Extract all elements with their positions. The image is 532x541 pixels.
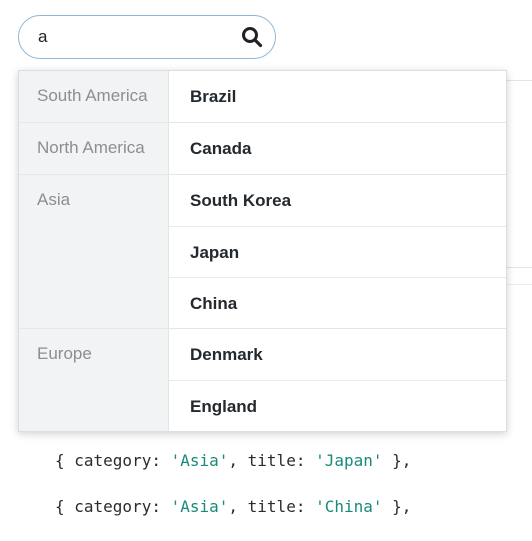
result-item-denmark[interactable]: Denmark <box>169 329 506 380</box>
group-label: South America <box>19 71 169 122</box>
result-item-south-korea[interactable]: South Korea <box>169 175 506 226</box>
result-item-brazil[interactable]: Brazil <box>169 71 506 122</box>
group-label: North America <box>19 123 169 174</box>
group-label: Europe <box>19 329 169 431</box>
result-item-japan[interactable]: Japan <box>169 226 506 277</box>
result-item-china[interactable]: China <box>169 277 506 328</box>
code-snippet: { category: 'Asia', title: 'Japan' }, { … <box>55 426 525 541</box>
search-results-dropdown: South America Brazil North America Canad… <box>18 70 507 432</box>
result-group-north-america: North America Canada <box>19 122 506 174</box>
result-group-asia: Asia South Korea Japan China <box>19 174 506 328</box>
group-label: Asia <box>19 175 169 328</box>
code-line: { category: 'Asia', title: 'Japan' }, <box>55 451 412 470</box>
result-item-england[interactable]: England <box>169 380 506 431</box>
search-value: a <box>38 27 48 46</box>
result-group-south-america: South America Brazil <box>19 71 506 122</box>
search-input[interactable]: a <box>18 15 276 59</box>
code-line: { category: 'Asia', title: 'China' }, <box>55 497 412 516</box>
result-group-europe: Europe Denmark England <box>19 328 506 431</box>
search-icon[interactable] <box>241 26 263 48</box>
result-item-canada[interactable]: Canada <box>169 123 506 174</box>
